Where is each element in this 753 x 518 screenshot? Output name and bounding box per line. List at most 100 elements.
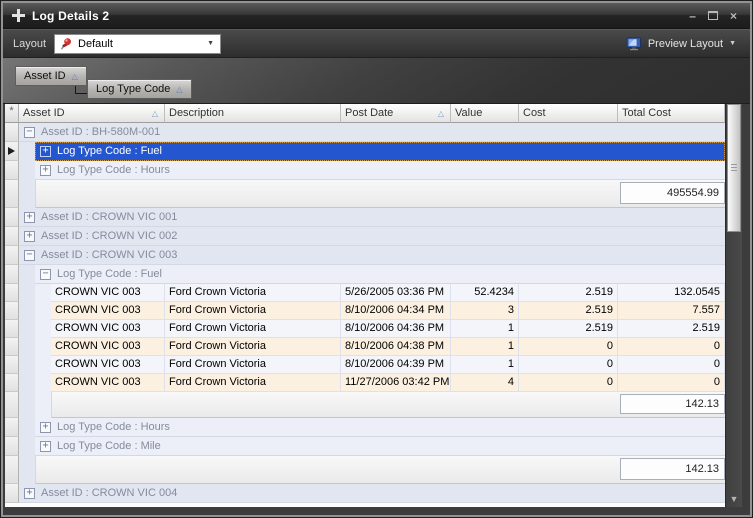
data-cell[interactable]: 8/10/2006 04:34 PM bbox=[341, 302, 451, 320]
group-row[interactable]: + Log Type Code : Hours bbox=[5, 161, 725, 180]
expand-icon[interactable]: + bbox=[40, 421, 51, 433]
data-cell[interactable]: Ford Crown Victoria bbox=[165, 302, 341, 320]
data-cell[interactable]: CROWN VIC 003 bbox=[51, 320, 165, 338]
group-row[interactable]: + Log Type Code : Mile bbox=[5, 437, 725, 456]
data-cell[interactable]: 3 bbox=[451, 302, 519, 320]
group-row-crown-vic-004[interactable]: + Asset ID : CROWN VIC 004 bbox=[19, 484, 725, 503]
data-cell[interactable]: CROWN VIC 003 bbox=[51, 374, 165, 392]
group-row-label: Asset ID : CROWN VIC 003 bbox=[41, 249, 178, 261]
data-cell[interactable]: Ford Crown Victoria bbox=[165, 374, 341, 392]
data-row[interactable]: CROWN VIC 003 Ford Crown Victoria 8/10/200… bbox=[5, 302, 725, 320]
column-header-cost[interactable]: Cost bbox=[519, 104, 618, 123]
expand-icon[interactable]: + bbox=[40, 164, 51, 176]
collapse-icon[interactable]: − bbox=[24, 249, 35, 261]
data-cell[interactable]: 11/27/2006 03:42 PM bbox=[341, 374, 451, 392]
column-header-description[interactable]: Description bbox=[165, 104, 341, 123]
group-row-hours[interactable]: + Log Type Code : Hours bbox=[35, 418, 725, 437]
column-header-label: Post Date bbox=[345, 107, 394, 119]
group-row[interactable]: − Asset ID : CROWN VIC 003 bbox=[5, 246, 725, 265]
expand-icon[interactable]: + bbox=[24, 230, 35, 242]
data-cell[interactable]: 8/10/2006 04:39 PM bbox=[341, 356, 451, 374]
row-indicator-cell bbox=[5, 246, 19, 265]
data-row[interactable]: CROWN VIC 003 Ford Crown Victoria 5/26/200… bbox=[5, 284, 725, 302]
data-cell[interactable]: 0 bbox=[618, 338, 725, 356]
data-row[interactable]: CROWN VIC 003 Ford Crown Victoria 11/27/20… bbox=[5, 374, 725, 392]
group-row[interactable]: − Asset ID : BH-580M-001 bbox=[5, 123, 725, 142]
data-cell[interactable]: 0 bbox=[618, 356, 725, 374]
group-row-label: Log Type Code : Fuel bbox=[57, 145, 162, 157]
group-indent-strip bbox=[19, 392, 35, 418]
data-cell[interactable]: 2.519 bbox=[519, 320, 618, 338]
group-row-crown-vic-002[interactable]: + Asset ID : CROWN VIC 002 bbox=[19, 227, 725, 246]
data-cell[interactable]: 7.557 bbox=[618, 302, 725, 320]
group-row[interactable]: + Log Type Code : Hours bbox=[5, 418, 725, 437]
group-row[interactable]: + Asset ID : CROWN VIC 004 bbox=[5, 484, 725, 503]
data-cell[interactable]: 0 bbox=[519, 374, 618, 392]
group-indent-strip bbox=[35, 338, 51, 356]
maximize-button[interactable] bbox=[707, 11, 718, 20]
data-cell[interactable]: 132.0545 bbox=[618, 284, 725, 302]
data-cell[interactable]: 52.4234 bbox=[451, 284, 519, 302]
group-row-hours[interactable]: + Log Type Code : Hours bbox=[35, 161, 725, 180]
column-header-value[interactable]: Value bbox=[451, 104, 519, 123]
data-row[interactable]: CROWN VIC 003 Ford Crown Victoria 8/10/200… bbox=[5, 356, 725, 374]
vertical-scrollbar[interactable]: ▼ bbox=[725, 104, 742, 507]
data-cell[interactable]: CROWN VIC 003 bbox=[51, 356, 165, 374]
collapse-icon[interactable]: − bbox=[24, 126, 35, 138]
data-cell[interactable]: 2.519 bbox=[519, 284, 618, 302]
data-cell[interactable]: 1 bbox=[451, 356, 519, 374]
data-cell[interactable]: 2.519 bbox=[618, 320, 725, 338]
group-row-crown-vic-001[interactable]: + Asset ID : CROWN VIC 001 bbox=[19, 208, 725, 227]
data-cell[interactable]: 2.519 bbox=[519, 302, 618, 320]
group-row[interactable]: − Log Type Code : Fuel bbox=[5, 265, 725, 284]
data-cell[interactable]: 1 bbox=[451, 320, 519, 338]
group-row-label: Asset ID : BH-580M-001 bbox=[41, 126, 161, 138]
expand-icon[interactable]: + bbox=[40, 145, 51, 157]
scroll-down-arrow-icon[interactable]: ▼ bbox=[726, 494, 742, 504]
expand-icon[interactable]: + bbox=[24, 211, 35, 223]
preview-dropdown-icon[interactable]: ▼ bbox=[729, 40, 736, 47]
close-button[interactable]: × bbox=[730, 10, 737, 22]
data-cell[interactable]: Ford Crown Victoria bbox=[165, 284, 341, 302]
group-row[interactable]: + Log Type Code : Fuel bbox=[5, 142, 725, 161]
data-cell[interactable]: 8/10/2006 04:36 PM bbox=[341, 320, 451, 338]
group-button-log-type-code[interactable]: Log Type Code △ bbox=[87, 79, 192, 99]
group-row-crown-vic-003[interactable]: − Asset ID : CROWN VIC 003 bbox=[19, 246, 725, 265]
combobox-dropdown-icon[interactable]: ▼ bbox=[207, 40, 216, 47]
data-cell[interactable]: Ford Crown Victoria bbox=[165, 338, 341, 356]
group-row-fuel[interactable]: + Log Type Code : Fuel bbox=[35, 142, 725, 161]
data-cell[interactable]: CROWN VIC 003 bbox=[51, 302, 165, 320]
group-row-fuel[interactable]: − Log Type Code : Fuel bbox=[35, 265, 725, 284]
data-cell[interactable]: 5/26/2005 03:36 PM bbox=[341, 284, 451, 302]
column-header-asset-id[interactable]: Asset ID △ bbox=[19, 104, 165, 123]
column-header-post-date[interactable]: Post Date △ bbox=[341, 104, 451, 123]
data-cell[interactable]: 0 bbox=[519, 338, 618, 356]
collapse-icon[interactable]: − bbox=[40, 268, 51, 280]
data-cell[interactable]: CROWN VIC 003 bbox=[51, 338, 165, 356]
group-row[interactable]: + Asset ID : CROWN VIC 002 bbox=[5, 227, 725, 246]
data-row[interactable]: CROWN VIC 003 Ford Crown Victoria 8/10/200… bbox=[5, 320, 725, 338]
layout-label: Layout bbox=[13, 37, 47, 50]
column-header-row: * Asset ID △ Description Post Date △ Value Cos… bbox=[5, 104, 725, 123]
minimize-button[interactable]: – bbox=[689, 10, 696, 22]
layout-combobox[interactable]: Default ▼ bbox=[54, 33, 222, 54]
data-cell[interactable]: 0 bbox=[519, 356, 618, 374]
scrollbar-thumb[interactable] bbox=[727, 104, 741, 232]
data-cell[interactable]: Ford Crown Victoria bbox=[165, 356, 341, 374]
data-row[interactable]: CROWN VIC 003 Ford Crown Victoria 8/10/200… bbox=[5, 338, 725, 356]
preview-layout-button[interactable]: Preview Layout ▼ bbox=[622, 35, 740, 53]
data-cell[interactable]: 8/10/2006 04:38 PM bbox=[341, 338, 451, 356]
column-header-total-cost[interactable]: Total Cost bbox=[618, 104, 725, 123]
group-row[interactable]: + Asset ID : CROWN VIC 001 bbox=[5, 208, 725, 227]
data-cell[interactable]: CROWN VIC 003 bbox=[51, 284, 165, 302]
group-row-mile[interactable]: + Log Type Code : Mile bbox=[35, 437, 725, 456]
group-button-asset-id[interactable]: Asset ID △ bbox=[15, 66, 87, 86]
expand-icon[interactable]: + bbox=[24, 487, 35, 499]
data-cell[interactable]: 1 bbox=[451, 338, 519, 356]
data-cell[interactable]: Ford Crown Victoria bbox=[165, 320, 341, 338]
expand-icon[interactable]: + bbox=[40, 440, 51, 452]
data-cell[interactable]: 4 bbox=[451, 374, 519, 392]
data-cell[interactable]: 0 bbox=[618, 374, 725, 392]
group-row-bh-580m-001[interactable]: − Asset ID : BH-580M-001 bbox=[19, 123, 725, 142]
title-bar: Log Details 2 – × bbox=[3, 3, 750, 29]
